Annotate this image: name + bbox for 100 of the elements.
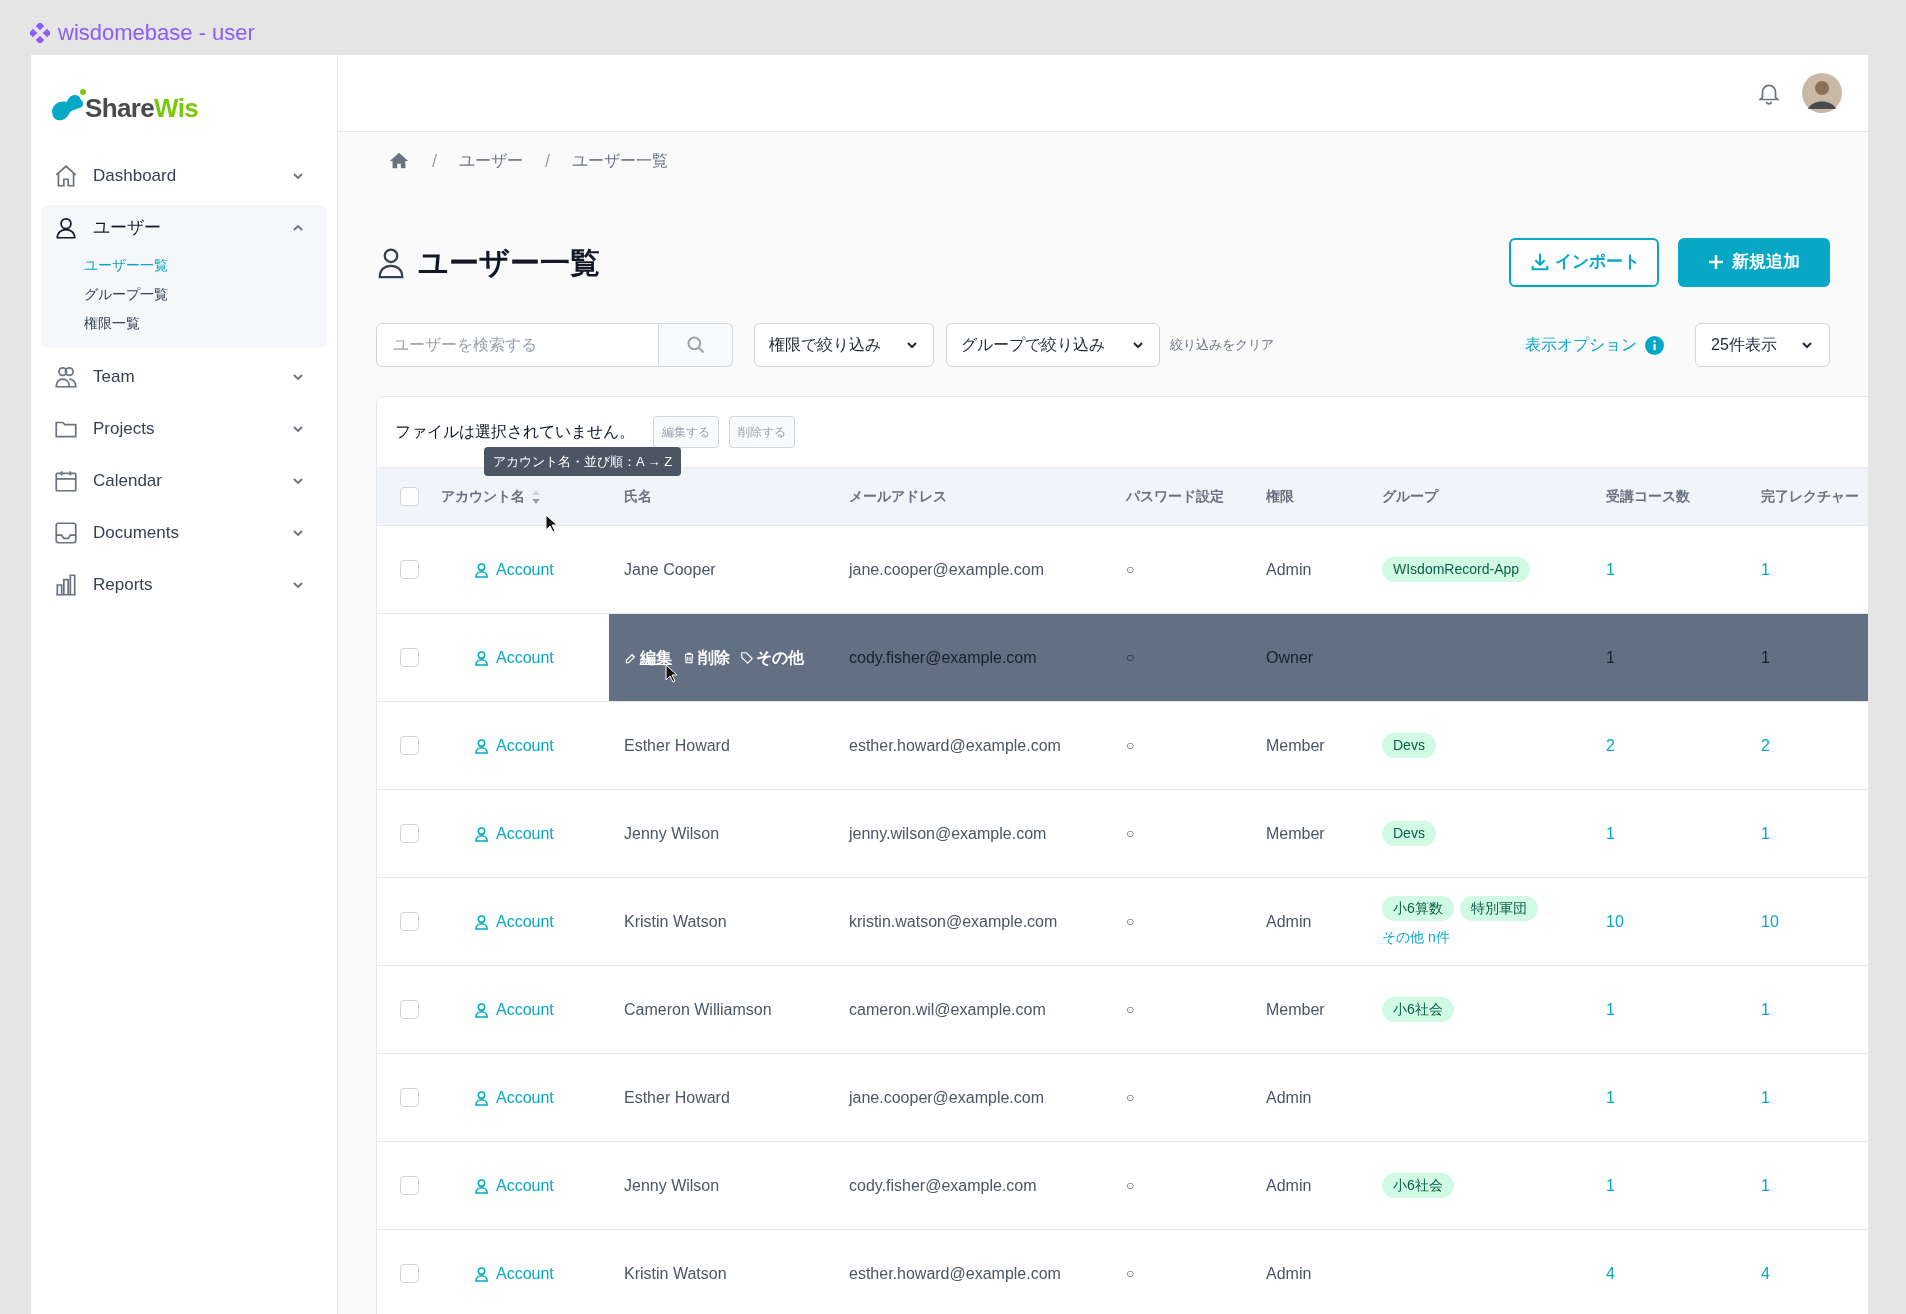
email-address: jane.cooper@example.com [849, 559, 1044, 580]
password-status: ○ [1126, 736, 1135, 755]
lecture-count-link[interactable]: 10 [1761, 909, 1779, 934]
sidebar-item[interactable]: Reports [41, 562, 327, 608]
lecture-count-link[interactable]: 4 [1761, 1261, 1770, 1286]
display-options-link[interactable]: 表示オプション [1525, 333, 1664, 357]
import-button[interactable]: インポート [1509, 237, 1659, 287]
lecture-count-link[interactable]: 2 [1761, 733, 1770, 758]
user-icon [53, 215, 79, 241]
filter-dropdown[interactable]: 権限で絞り込み [754, 323, 934, 367]
user-name: Esther Howard [624, 735, 730, 756]
row-checkbox[interactable] [399, 1176, 419, 1195]
course-count-link[interactable]: 1 [1606, 997, 1615, 1022]
course-count-link[interactable]: 1 [1606, 1173, 1615, 1198]
row-checkbox[interactable] [399, 560, 419, 579]
sidebar-item[interactable]: Projects [41, 406, 327, 452]
column-header[interactable]: メールアドレス [849, 486, 947, 507]
account-link[interactable]: Account [473, 909, 554, 934]
calendar-icon [53, 468, 79, 494]
account-link[interactable]: Account [473, 557, 554, 582]
account-link[interactable]: Account [473, 1173, 554, 1198]
column-header[interactable]: 権限 [1266, 486, 1294, 507]
user-avatar[interactable] [1802, 73, 1842, 113]
course-count-link[interactable]: 4 [1606, 1261, 1615, 1286]
account-link[interactable]: Account [473, 821, 554, 846]
column-header[interactable]: アカウント名 [441, 486, 525, 507]
user-name: Jenny Wilson [624, 1175, 720, 1196]
password-status: ○ [1126, 912, 1135, 931]
role-text: Owner [1266, 647, 1314, 668]
password-status: ○ [1126, 1264, 1135, 1283]
account-link[interactable]: Account [473, 997, 554, 1022]
more-groups-link[interactable]: その他 n件 [1382, 926, 1450, 948]
add-button[interactable]: 新規追加 [1678, 237, 1830, 287]
search-button[interactable] [659, 323, 733, 367]
group-tag[interactable]: 小6社会 [1382, 997, 1454, 1022]
row-checkbox[interactable] [399, 1000, 419, 1019]
role-text: Member [1266, 735, 1325, 756]
user-icon [473, 648, 490, 667]
course-count-link[interactable]: 10 [1606, 909, 1624, 934]
column-header[interactable]: 受講コース数 [1606, 486, 1690, 507]
row-checkbox[interactable] [399, 1264, 419, 1283]
sidebar-item[interactable]: Dashboard [41, 153, 327, 199]
lecture-count-link[interactable]: 1 [1761, 997, 1770, 1022]
search-field[interactable]: ユーザーを検索する [376, 323, 659, 367]
row-checkbox[interactable] [399, 648, 419, 667]
user-icon [473, 1264, 490, 1283]
sidebar-subitem[interactable]: グループ一覧 [41, 280, 327, 309]
account-link[interactable]: Account [473, 645, 554, 670]
account-link[interactable]: Account [473, 1261, 554, 1286]
sidebar-subitem[interactable]: ユーザー一覧 [41, 251, 327, 280]
account-link[interactable]: Account [473, 733, 554, 758]
user-name: Esther Howard [624, 1087, 730, 1108]
sidebar-item[interactable]: ユーザー [41, 205, 327, 251]
group-tag[interactable]: 特別軍団 [1459, 895, 1538, 921]
group-tag[interactable]: Devs [1382, 733, 1436, 758]
group-tag[interactable]: WIsdomRecord-App [1382, 557, 1531, 582]
lecture-count-link[interactable]: 1 [1761, 1085, 1770, 1110]
inbox-icon [53, 520, 79, 546]
per-page-dropdown[interactable]: 25件表示 [1695, 323, 1830, 367]
lecture-count-link[interactable]: 1 [1761, 1173, 1770, 1198]
account-link[interactable]: Account [473, 1085, 554, 1110]
row-action-link[interactable]: 削除 [682, 645, 730, 670]
column-header[interactable]: 完了レクチャー [1761, 486, 1859, 507]
row-checkbox[interactable] [399, 1088, 419, 1107]
sharewis-logo[interactable]: ShareWis [49, 88, 199, 128]
sort-icon[interactable] [531, 488, 541, 505]
group-tag[interactable]: Devs [1382, 821, 1436, 846]
sidebar-item[interactable]: Team [41, 354, 327, 400]
search-icon [685, 335, 706, 355]
course-count-link[interactable]: 1 [1606, 821, 1615, 846]
breadcrumb-link[interactable]: ユーザー [459, 149, 523, 173]
row-checkbox[interactable] [399, 736, 419, 755]
filter-dropdown[interactable]: グループで絞り込み [946, 323, 1160, 367]
column-header[interactable]: 氏名 [624, 486, 652, 507]
row-checkbox[interactable] [399, 912, 419, 931]
role-text: Admin [1266, 559, 1312, 580]
lecture-count-link[interactable]: 1 [1761, 821, 1770, 846]
group-tag[interactable]: 小6社会 [1382, 1173, 1454, 1198]
user-name: Jane Cooper [624, 559, 716, 580]
course-count-link[interactable]: 1 [1606, 1085, 1615, 1110]
email-address: kristin.watson@example.com [849, 911, 1058, 932]
course-count-link[interactable]: 1 [1606, 557, 1615, 582]
group-tag[interactable]: 小6算数 [1382, 895, 1454, 921]
clear-filters-link[interactable]: 絞り込みをクリア [1170, 335, 1274, 355]
user-icon [473, 1176, 490, 1195]
password-status: ○ [1126, 1176, 1135, 1195]
breadcrumb-link[interactable]: ユーザー一覧 [572, 149, 669, 173]
sidebar-subitem[interactable]: 権限一覧 [41, 309, 327, 338]
sidebar-item[interactable]: Calendar [41, 458, 327, 504]
trash-icon [682, 650, 696, 665]
password-status: ○ [1126, 560, 1135, 579]
course-count-link[interactable]: 2 [1606, 733, 1615, 758]
lecture-count-link[interactable]: 1 [1761, 557, 1770, 582]
column-header[interactable]: パスワード設定 [1126, 486, 1224, 507]
select-all-checkbox[interactable] [399, 487, 419, 506]
mouse-cursor-icon [665, 664, 679, 684]
row-checkbox[interactable] [399, 824, 419, 843]
column-header[interactable]: グループ [1382, 486, 1438, 507]
sidebar-item[interactable]: Documents [41, 510, 327, 556]
row-action-link[interactable]: その他 [740, 645, 804, 670]
